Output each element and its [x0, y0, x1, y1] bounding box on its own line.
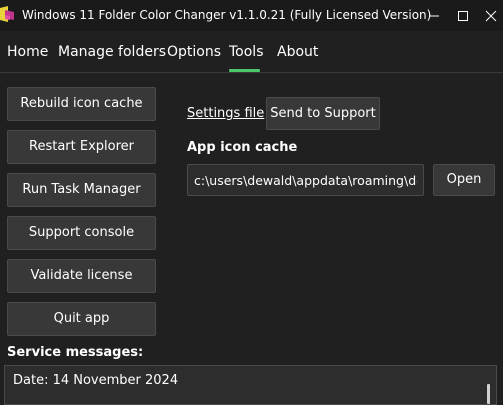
app-icon-cache-label: App icon cache	[187, 140, 298, 155]
service-messages-label: Service messages:	[7, 345, 144, 360]
quit-app-button[interactable]: Quit app	[7, 302, 156, 336]
menu-item-home[interactable]: Home	[7, 44, 48, 60]
active-tab-indicator	[229, 69, 260, 72]
settings-file-link[interactable]: Settings file	[187, 106, 264, 121]
app-icon-cache-path-input[interactable]	[187, 164, 424, 196]
support-console-button[interactable]: Support console	[7, 216, 156, 250]
menu-item-tools[interactable]: Tools	[229, 44, 264, 60]
rebuild-icon-cache-button[interactable]: Rebuild icon cache	[7, 87, 156, 121]
restart-explorer-button[interactable]: Restart Explorer	[7, 130, 156, 164]
close-icon	[485, 10, 497, 22]
run-task-manager-button[interactable]: Run Task Manager	[7, 173, 156, 207]
title-bar: Windows 11 Folder Color Changer v1.1.0.2…	[0, 0, 503, 31]
minimize-icon	[429, 15, 439, 17]
service-messages-box[interactable]: Date: 14 November 2024	[4, 365, 497, 405]
service-message-line: Date: 14 November 2024	[13, 373, 179, 388]
open-button[interactable]: Open	[433, 164, 495, 196]
menu-item-about[interactable]: About	[277, 44, 318, 60]
folder-color-app-icon	[0, 6, 14, 22]
menu-item-options[interactable]: Options	[167, 44, 221, 60]
validate-license-button[interactable]: Validate license	[7, 259, 156, 293]
close-button[interactable]	[468, 0, 503, 31]
messages-scrollbar[interactable]	[487, 384, 490, 404]
window-title: Windows 11 Folder Color Changer v1.1.0.2…	[22, 8, 432, 22]
send-to-support-button[interactable]: Send to Support	[266, 97, 380, 130]
menu-item-manage-folders[interactable]: Manage folders	[58, 44, 166, 60]
main-menu: Home Manage folders Options Tools About	[0, 31, 503, 73]
